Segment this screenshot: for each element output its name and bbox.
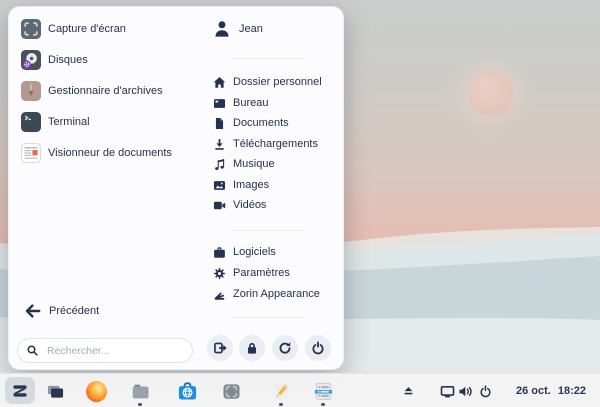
system-item-zorin-appearance[interactable]: Zorin Appearance (213, 284, 320, 304)
download-icon (215, 138, 224, 150)
app-item-terminal[interactable]: Terminal (21, 112, 90, 132)
lock-icon (247, 342, 257, 354)
power-tray-icon (480, 384, 490, 397)
moon-image (468, 71, 513, 116)
settings-gear-icon (213, 267, 226, 279)
logout-button[interactable] (207, 335, 233, 361)
zorin-logo-icon (13, 384, 27, 397)
restart-icon (279, 342, 291, 354)
separator (233, 317, 303, 318)
back-button[interactable]: Précédent (25, 301, 99, 321)
terminal-app-icon (21, 112, 41, 132)
system-label: Paramètres (233, 267, 290, 279)
archive-manager-app-icon (21, 81, 41, 101)
taskbar-item-firefox[interactable] (84, 379, 108, 403)
display-tray-button[interactable] (437, 379, 457, 403)
folder-icon (132, 384, 148, 398)
document-viewer-app-icon (21, 143, 41, 163)
user-avatar-icon (215, 21, 229, 37)
desktop-icon (213, 98, 226, 108)
system-item-software[interactable]: Logiciels (213, 242, 276, 262)
user-row[interactable]: Jean (214, 19, 263, 39)
power-icon (312, 341, 324, 355)
app-label: Terminal (48, 116, 90, 128)
system-label: Zorin Appearance (233, 288, 320, 300)
back-label: Précédent (49, 305, 100, 317)
video-icon (213, 201, 226, 209)
running-indicator (321, 403, 325, 406)
volume-icon (459, 386, 472, 396)
screenshot-tool-icon (222, 383, 240, 399)
home-icon (213, 76, 226, 88)
place-item-documents[interactable]: Documents (213, 113, 289, 133)
place-item-home[interactable]: Dossier personnel (213, 72, 322, 92)
software-store-icon (214, 246, 225, 258)
taskbar-item-software-store[interactable] (175, 379, 199, 403)
place-label: Vidéos (233, 199, 267, 211)
clock-date: 26 oct. (516, 384, 551, 397)
image-icon (213, 180, 226, 190)
taskbar: 26 oct. 18:22 (0, 373, 600, 407)
document-icon (215, 117, 224, 129)
separator (233, 58, 303, 59)
workspaces-icon (47, 385, 63, 398)
place-label: Musique (233, 158, 275, 170)
place-item-videos[interactable]: Vidéos (213, 195, 266, 215)
volume-tray-button[interactable] (455, 379, 475, 403)
firefox-icon (85, 380, 107, 402)
tweaks-settings-icon (314, 382, 332, 400)
logout-icon (214, 342, 227, 354)
taskbar-item-text-editor[interactable] (269, 379, 293, 403)
place-label: Documents (233, 117, 289, 129)
eject-icon (404, 386, 412, 394)
app-item-disks[interactable]: Disques (21, 50, 88, 70)
search-icon (27, 345, 38, 356)
system-label: Logiciels (233, 246, 276, 258)
place-item-downloads[interactable]: Téléchargements (213, 134, 318, 154)
lock-button[interactable] (239, 335, 265, 361)
app-label: Visionneur de documents (48, 147, 172, 159)
app-item-screenshot[interactable]: Capture d'écran (21, 19, 126, 39)
software-store-taskbar-icon (178, 381, 196, 400)
taskbar-item-tweaks[interactable] (311, 379, 335, 403)
eject-tray-button[interactable] (398, 379, 418, 403)
screenshot-app-icon (21, 19, 41, 39)
taskbar-item-screenshot-tool[interactable] (219, 379, 243, 403)
running-indicator (279, 403, 283, 406)
power-tray-button[interactable] (475, 379, 495, 403)
music-icon (215, 158, 225, 170)
appearance-icon (214, 292, 225, 300)
power-button[interactable] (305, 335, 331, 361)
place-label: Téléchargements (233, 138, 318, 150)
place-item-music[interactable]: Musique (213, 154, 275, 174)
app-label: Disques (48, 54, 88, 66)
search-bar[interactable] (17, 338, 193, 363)
place-item-pictures[interactable]: Images (213, 175, 269, 195)
back-arrow-icon (25, 304, 41, 318)
taskbar-item-files[interactable] (128, 379, 152, 403)
disks-app-icon (21, 50, 41, 70)
user-name: Jean (239, 23, 263, 35)
place-item-desktop[interactable]: Bureau (213, 93, 268, 113)
place-label: Images (233, 179, 270, 191)
app-label: Capture d'écran (48, 23, 126, 35)
zorin-menu-panel: Capture d'écran Disques Gestionnaire d'a… (8, 6, 344, 370)
clock[interactable]: 26 oct. 18:22 (516, 374, 586, 407)
place-label: Bureau (233, 97, 269, 109)
zorin-menu-button[interactable] (5, 377, 35, 404)
clock-time: 18:22 (557, 384, 586, 397)
app-label: Gestionnaire d'archives (48, 85, 163, 97)
display-icon (440, 385, 454, 397)
running-indicator (138, 403, 142, 406)
app-item-document-viewer[interactable]: Visionneur de documents (21, 143, 172, 163)
text-editor-pencil-icon (273, 382, 288, 400)
place-label: Dossier personnel (233, 76, 322, 88)
taskbar-item-workspaces[interactable] (43, 379, 67, 403)
app-item-archive-manager[interactable]: Gestionnaire d'archives (21, 81, 163, 101)
restart-button[interactable] (272, 335, 298, 361)
system-item-settings[interactable]: Paramètres (213, 263, 290, 283)
search-input[interactable] (45, 343, 179, 358)
separator (233, 230, 303, 231)
